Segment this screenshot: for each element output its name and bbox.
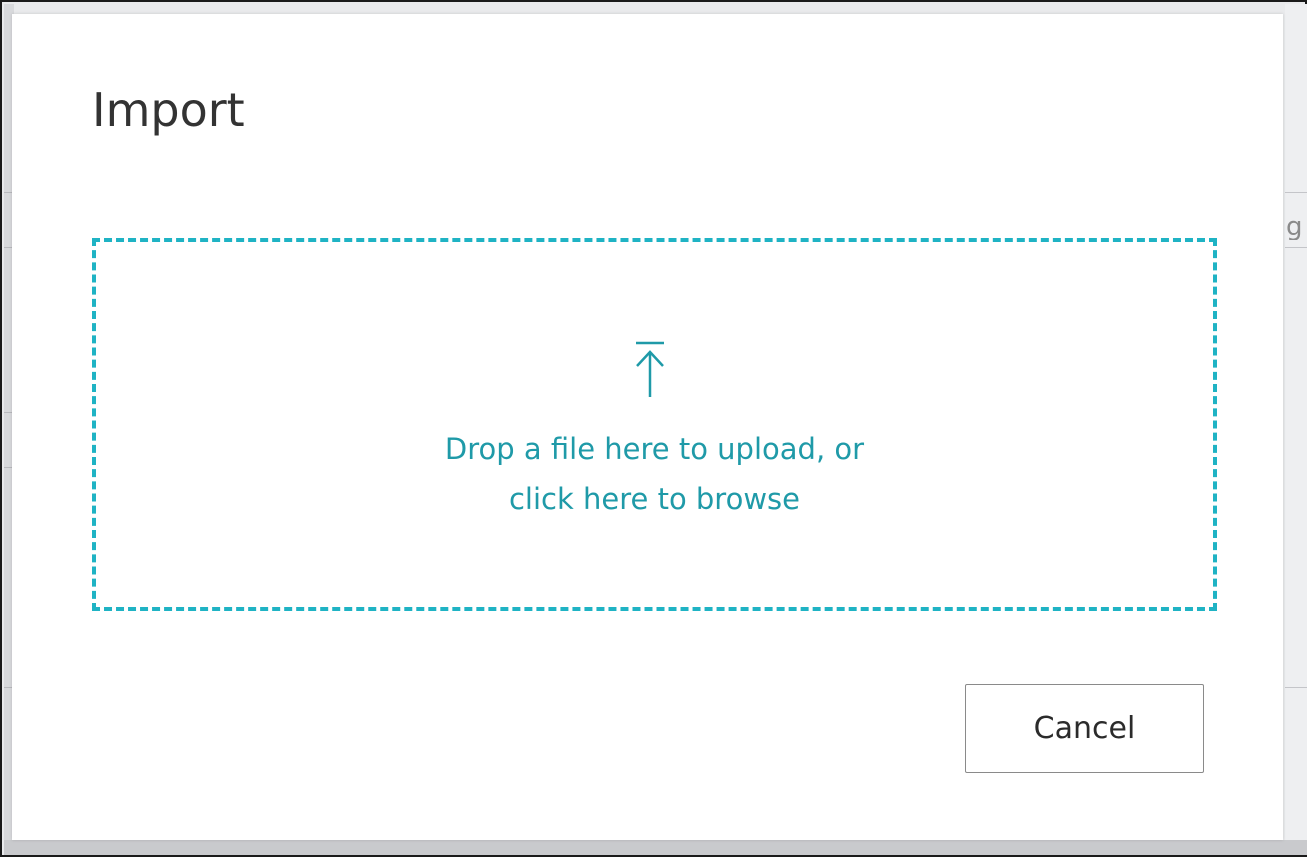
dropzone-instructions: Drop a file here to upload, or click her… [96,424,1213,524]
import-dialog: Import Drop a file here to upload, or cl… [12,14,1283,840]
cancel-button[interactable]: Cancel [965,684,1204,773]
file-dropzone[interactable]: Drop a file here to upload, or click her… [92,238,1217,611]
dropzone-text-line1: Drop a file here to upload, or [444,432,865,466]
upload-icon [636,341,664,397]
dialog-title: Import [92,83,245,137]
dropzone-browse-link[interactable]: click here to browse [96,474,1213,524]
background-divider [1285,192,1307,193]
background-divider [1285,247,1307,248]
background-divider [1285,687,1307,688]
background-text-fragment: g [1286,214,1303,240]
background-page-right [1285,4,1307,855]
background-page-bottom [4,840,1307,855]
